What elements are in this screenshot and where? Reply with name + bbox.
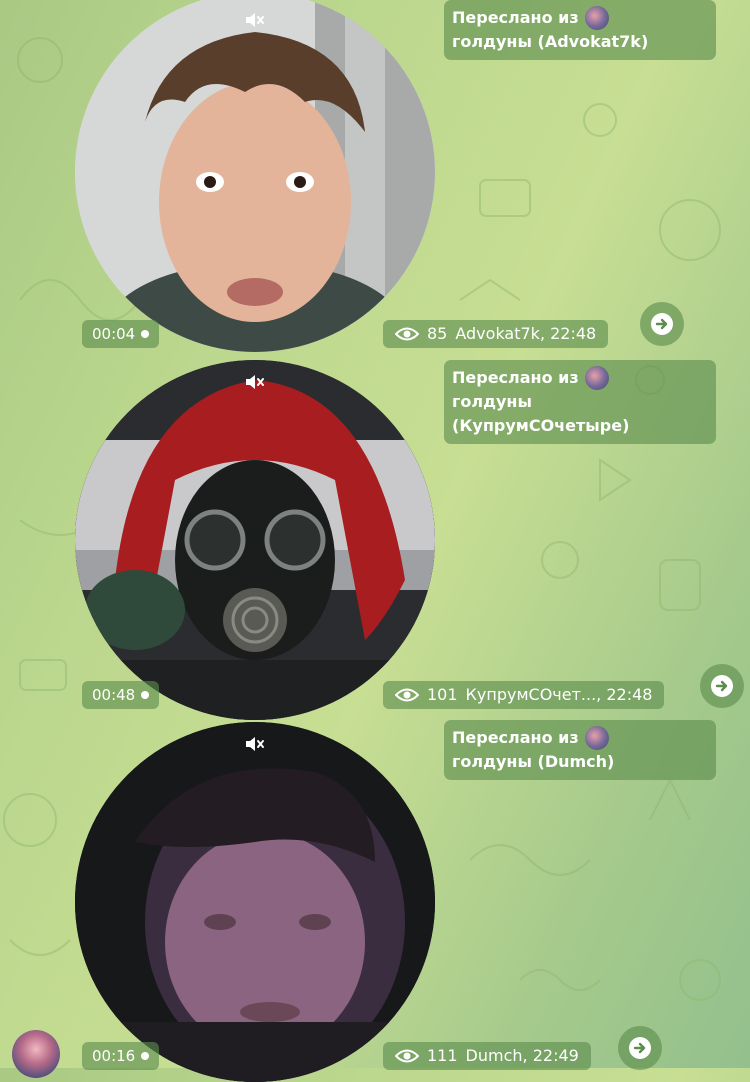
forward-source-avatar — [584, 6, 609, 30]
forwarded-label: Переслано из — [452, 728, 579, 747]
muted-speaker-icon — [246, 737, 264, 751]
eye-icon — [395, 1049, 419, 1063]
duration-text: 00:04 — [92, 325, 136, 343]
video-duration-1: 00:04 — [82, 320, 160, 348]
forward-header-1[interactable]: Переслано из голдуны (Advokat7k) — [444, 0, 716, 60]
forwarded-label: Переслано из — [452, 8, 579, 27]
message-meta-3: 111 Dumch, 22:49 — [383, 1042, 591, 1070]
forwarded-from: голдуны (Dumch) — [452, 752, 615, 771]
forward-source-avatar — [584, 366, 609, 390]
forward-header-3[interactable]: Переслано из голдуны (Dumch) — [444, 720, 716, 780]
forward-source-avatar — [584, 726, 609, 750]
view-count: 101 — [427, 685, 458, 704]
sender-avatar[interactable] — [12, 1030, 60, 1078]
round-video-1[interactable] — [75, 0, 435, 352]
view-count: 85 — [427, 324, 448, 343]
mute-button-1[interactable] — [240, 8, 270, 32]
share-button-2[interactable] — [700, 664, 744, 708]
unread-dot-icon — [141, 330, 150, 338]
duration-text: 00:16 — [92, 1047, 136, 1065]
video-duration-3: 00:16 — [82, 1042, 160, 1070]
round-video-3[interactable] — [75, 722, 435, 1082]
forwarded-from: голдуны (Advokat7k) — [452, 32, 649, 51]
video-message-1: Переслано из голдуны (Advokat7k) 00:04 8… — [0, 0, 750, 360]
unread-dot-icon — [141, 1052, 150, 1060]
video-message-3: Переслано из голдуны (Dumch) 00:16 111 D… — [0, 720, 750, 1082]
share-button-1[interactable] — [640, 302, 684, 346]
forwarded-from: голдуны (КупрумСОчетыре) — [452, 392, 630, 435]
forwarded-label: Переслано из — [452, 368, 579, 387]
eye-icon — [395, 327, 419, 341]
share-arrow-icon — [629, 1037, 651, 1059]
unread-dot-icon — [141, 691, 150, 699]
share-arrow-icon — [651, 313, 673, 335]
duration-text: 00:48 — [92, 686, 136, 704]
video-duration-2: 00:48 — [82, 681, 160, 709]
round-video-2[interactable] — [75, 360, 435, 720]
mute-button-3[interactable] — [240, 732, 270, 756]
eye-icon — [395, 688, 419, 702]
share-button-3[interactable] — [618, 1026, 662, 1070]
video-frame-1 — [75, 0, 435, 352]
forward-header-2[interactable]: Переслано из голдуны (КупрумСОчетыре) — [444, 360, 716, 444]
video-frame-2 — [75, 360, 435, 720]
message-meta-2: 101 КупрумСОчет..., 22:48 — [383, 681, 665, 709]
author-time: КупрумСОчет..., 22:48 — [465, 685, 653, 704]
muted-speaker-icon — [246, 375, 264, 389]
author-time: Advokat7k, 22:48 — [455, 324, 597, 343]
author-time: Dumch, 22:49 — [465, 1046, 579, 1065]
message-meta-1: 85 Advokat7k, 22:48 — [383, 320, 609, 348]
video-frame-3 — [75, 722, 435, 1082]
view-count: 111 — [427, 1046, 458, 1065]
muted-speaker-icon — [246, 13, 264, 27]
share-arrow-icon — [711, 675, 733, 697]
video-message-2: Переслано из голдуны (КупрумСОчетыре) 00… — [0, 360, 750, 720]
mute-button-2[interactable] — [240, 370, 270, 394]
